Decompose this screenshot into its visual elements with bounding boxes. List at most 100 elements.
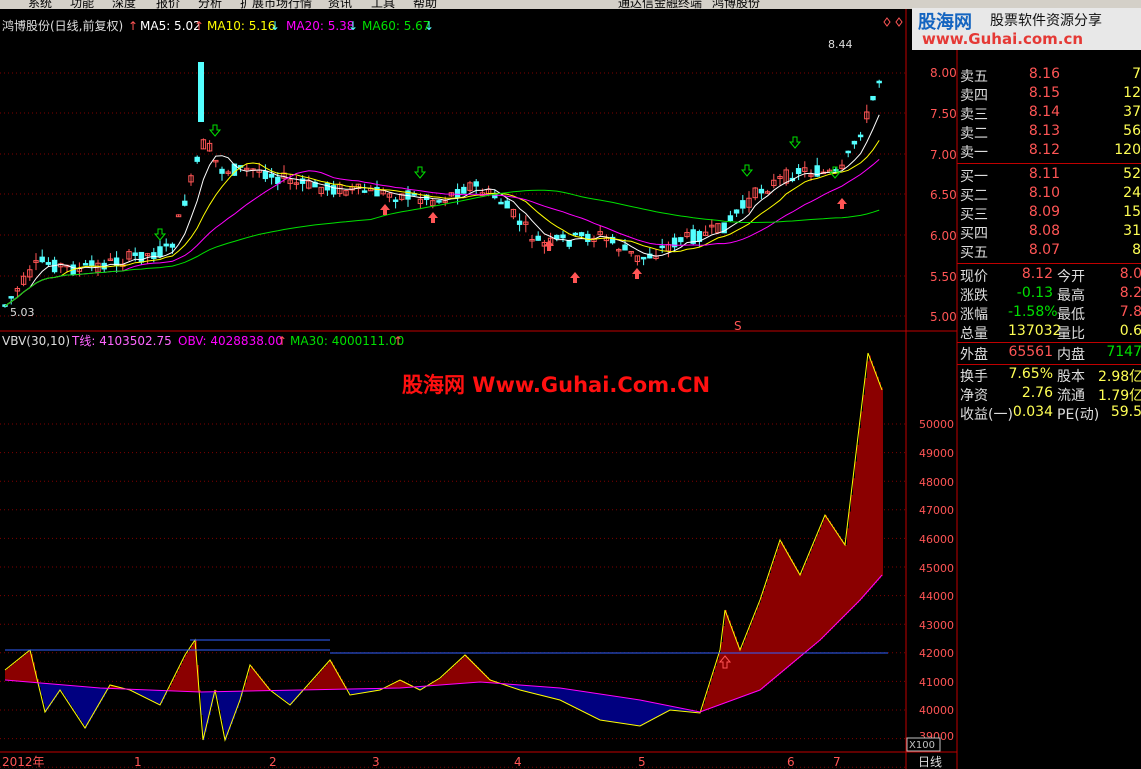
candle-body [436, 200, 442, 203]
indicator-fill-band [731, 626, 733, 701]
indicator-tick: 41000 [919, 676, 954, 689]
indicator-fill-band [559, 687, 561, 700]
indicator-fill-band [467, 657, 469, 683]
indicator-fill-band [157, 690, 159, 704]
stat-label: 今开 [1057, 269, 1085, 285]
indicator-fill-band [815, 539, 817, 645]
indicator-fill-band [313, 679, 315, 690]
indicator-fill-band [471, 661, 473, 683]
indicator-fill-band [469, 659, 471, 683]
candle-body [392, 199, 399, 202]
sell-signal-mark: S [734, 319, 742, 333]
indicator-fill-band [797, 569, 799, 660]
indicator-fill-band [281, 690, 283, 699]
indicator-fill-band [741, 647, 743, 697]
indicator-fill-band [745, 637, 747, 696]
candle-body [461, 186, 467, 194]
indicator-fill-band [173, 679, 175, 691]
ma10-down-icon: ↓ [270, 19, 280, 33]
indicator-fill-band [327, 663, 329, 690]
indicator-fill-band [289, 690, 291, 705]
indicator-fill-band [589, 692, 591, 715]
indicator-fill-band [715, 665, 717, 707]
indicator-tick: 45000 [919, 562, 954, 575]
stat-value: 2.76 [1021, 385, 1053, 401]
candle-body [560, 234, 566, 239]
indicator-fill-band [461, 658, 463, 684]
indicator-fill-band [789, 555, 791, 666]
candle-body [535, 235, 541, 241]
ask-volume: 12 [1123, 85, 1141, 101]
indicator-fill-band [791, 559, 793, 665]
period-label[interactable]: 日线 [918, 755, 942, 769]
indicator-fill-band [23, 655, 25, 682]
t-line-value: T线: 4103502.75 [71, 334, 172, 348]
indicator-fill-band [549, 687, 551, 698]
candle-body [182, 200, 188, 206]
indicator-fill-band [761, 597, 763, 690]
indicator-fill-band [541, 686, 543, 696]
ask-label: 卖二 [960, 126, 988, 142]
divider [957, 342, 1141, 343]
indicator-fill-band [591, 692, 593, 716]
indicator-fill-band [9, 666, 11, 681]
indicator-fill-band [601, 694, 603, 721]
indicator-fill-band [647, 701, 649, 723]
indicator-fill-band [799, 573, 801, 658]
candle-body [578, 232, 585, 237]
indicator-fill-band [631, 698, 633, 725]
indicator-fill-band [45, 683, 47, 712]
indicator-fill-band [775, 555, 777, 678]
bid-price: 8.09 [1028, 204, 1060, 220]
indicator-fill-band [555, 687, 557, 699]
indicator-fill-band [87, 686, 89, 725]
sell-arrow-icon [413, 166, 427, 179]
indicator-fill-band [639, 699, 641, 726]
indicator-fill-band [709, 684, 711, 709]
indicator-fill-band [785, 548, 787, 670]
indicator-fill-band [579, 690, 581, 710]
stat-label: 涨跌 [960, 288, 988, 304]
bid-label: 买四 [960, 226, 988, 242]
indicator-fill-band [93, 687, 95, 715]
indicator-fill-band [25, 654, 27, 682]
candle-body [39, 256, 45, 263]
indicator-fill-band [813, 543, 815, 646]
candle-body [572, 232, 579, 236]
indicator-fill-band [227, 691, 229, 735]
candle-body [151, 252, 157, 259]
indicator-fill-band [547, 687, 549, 697]
indicator-fill-band [833, 527, 835, 627]
sell-arrow-icon [208, 124, 222, 137]
indicator-fill-band [183, 659, 185, 692]
indicator-fill-band [861, 411, 863, 599]
indicator-fill-band [75, 685, 77, 713]
indicator-fill-band [525, 685, 527, 692]
stat-value: 7.8 [1119, 304, 1141, 320]
indicator-fill-band [21, 657, 23, 682]
indicator-fill-band [621, 697, 623, 724]
indicator-fill-band [311, 681, 313, 690]
indicator-fill-band [765, 585, 767, 686]
ma10-value: MA10: 5.16 [207, 19, 275, 33]
indicator-fill-band [459, 660, 461, 684]
indicator-fill-band [575, 690, 577, 708]
indicator-fill-band [793, 562, 795, 663]
indicator-fill-band [869, 355, 871, 590]
indicator-fill-band [189, 649, 191, 692]
indicator-tick: 47000 [919, 504, 954, 517]
indicator-fill-band [149, 689, 151, 700]
bid-volume: 24 [1123, 185, 1141, 201]
bid-volume: 52 [1123, 166, 1141, 182]
indicator-fill-band [435, 681, 437, 686]
indicator-fill-band [747, 632, 749, 695]
buy-arrow-icon [632, 268, 642, 279]
ask-volume: 7 [1132, 66, 1141, 82]
ma10-arrow-icon: ↑ [194, 19, 204, 33]
indicator-fill-band [315, 676, 317, 690]
candlesticks [2, 62, 882, 308]
candle-body [8, 296, 14, 299]
indicator-fill-band [221, 691, 223, 720]
indicator-fill-band [323, 667, 325, 690]
ma5-value: MA5: 5.02 [140, 19, 201, 33]
